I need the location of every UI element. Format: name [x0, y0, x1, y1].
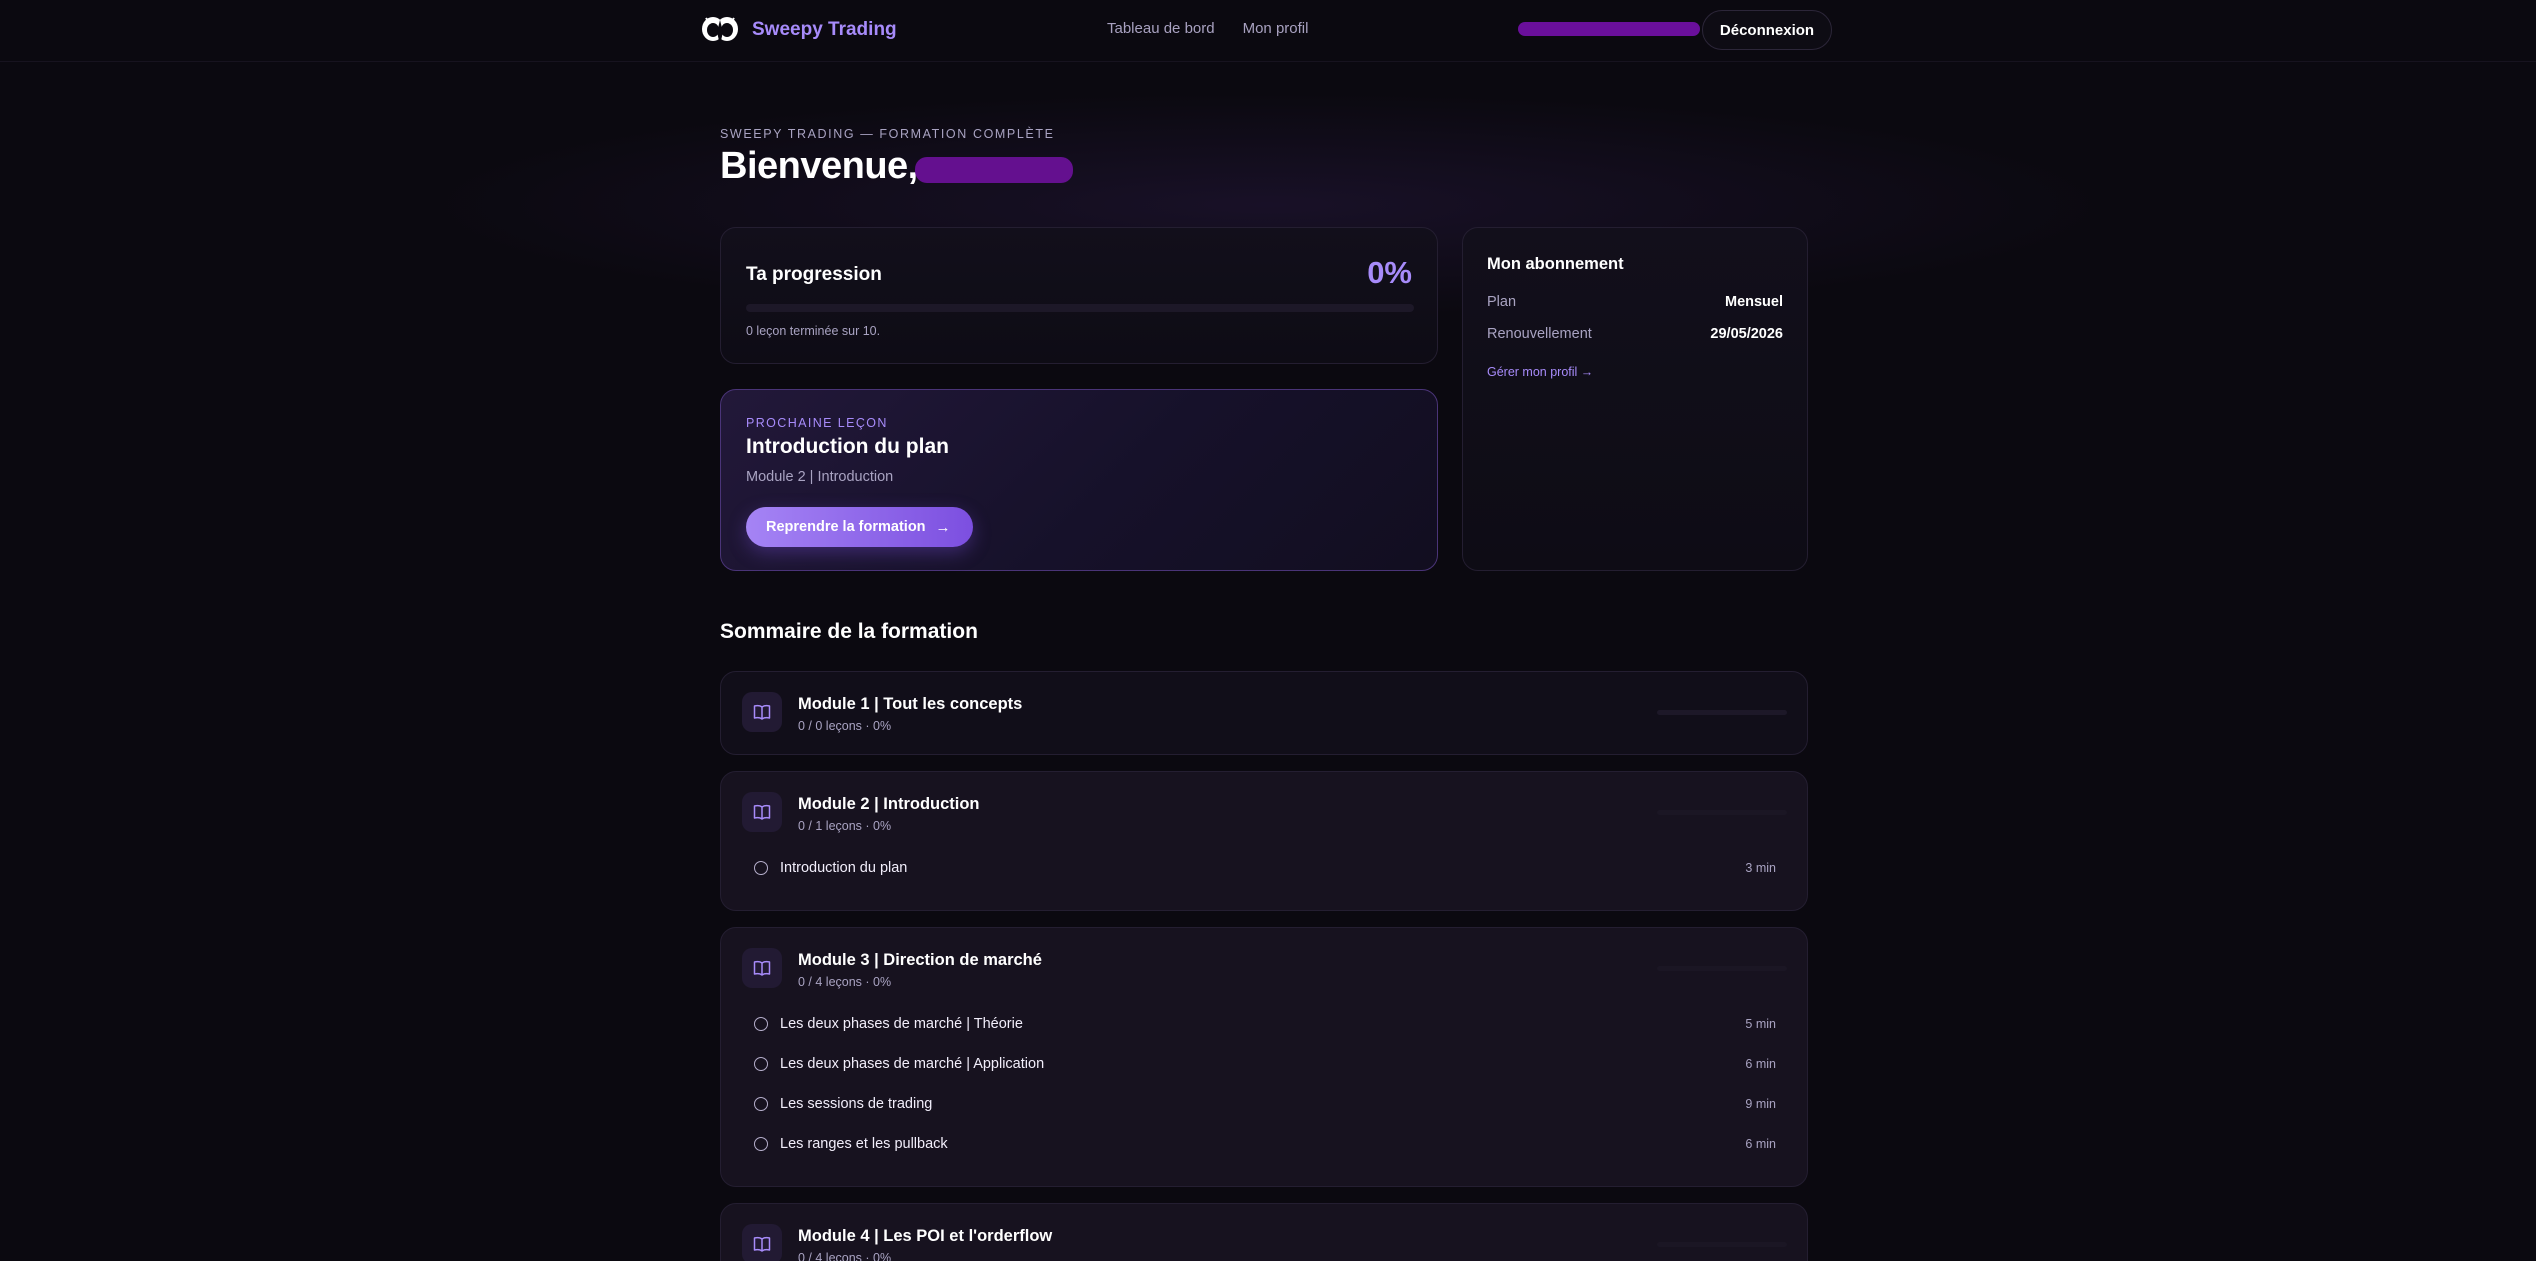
- lesson-title: Les sessions de trading: [780, 1096, 933, 1112]
- module-meta: 0 / 1 leçons · 0%: [798, 819, 892, 833]
- redacted-user-name: [915, 157, 1073, 183]
- module-card-3[interactable]: Module 3 | Direction de marché 0 / 4 leç…: [720, 927, 1808, 1187]
- progress-bar: [746, 304, 1414, 312]
- nav-link-profile[interactable]: Mon profil: [1243, 20, 1309, 37]
- lesson-item[interactable]: Introduction du plan 3 min: [754, 856, 1776, 880]
- subscription-renewal-row: Renouvellement 29/05/2026: [1487, 326, 1783, 342]
- subscription-plan-row: Plan Mensuel: [1487, 294, 1783, 310]
- progress-caption: 0 leçon terminée sur 10.: [746, 324, 881, 338]
- subscription-card: Mon abonnement Plan Mensuel Renouvelleme…: [1462, 227, 1808, 571]
- book-icon: [742, 692, 782, 732]
- module-card-2[interactable]: Module 2 | Introduction 0 / 1 leçons · 0…: [720, 771, 1808, 911]
- module-meta: 0 / 4 leçons · 0%: [798, 975, 892, 989]
- lesson-title: Introduction du plan: [780, 860, 908, 876]
- lesson-item[interactable]: Les deux phases de marché | Application …: [754, 1052, 1776, 1076]
- lesson-circle-icon: [754, 1137, 768, 1151]
- summary-title: Sommaire de la formation: [720, 620, 978, 643]
- lesson-circle-icon: [754, 861, 768, 875]
- lesson-circle-icon: [754, 1097, 768, 1111]
- lesson-title: Les deux phases de marché | Application: [780, 1056, 1045, 1072]
- lesson-title: Les ranges et les pullback: [780, 1136, 948, 1152]
- nav-link-dashboard[interactable]: Tableau de bord: [1107, 20, 1215, 37]
- lesson-duration: 6 min: [1745, 1137, 1776, 1151]
- plan-label: Plan: [1487, 294, 1517, 310]
- book-icon: [742, 1224, 782, 1261]
- module-progress-bar: [1657, 810, 1787, 815]
- plan-value: Mensuel: [1724, 294, 1783, 310]
- module-progress-bar: [1657, 966, 1787, 971]
- redacted-username: [1518, 22, 1700, 36]
- lesson-duration: 5 min: [1745, 1017, 1776, 1031]
- sweepy-logo-icon: [702, 17, 738, 45]
- module-title: Module 1 | Tout les concepts: [798, 695, 1023, 713]
- module-meta: 0 / 0 leçons · 0%: [798, 719, 892, 733]
- logout-button[interactable]: Déconnexion: [1702, 10, 1832, 50]
- lesson-item[interactable]: Les ranges et les pullback 6 min: [754, 1132, 1776, 1156]
- top-navbar: Sweepy Trading Tableau de bord Mon profi…: [0, 0, 2536, 62]
- lesson-title: Les deux phases de marché | Théorie: [780, 1016, 1023, 1032]
- next-lesson-title: Introduction du plan: [746, 435, 949, 458]
- module-card-1[interactable]: Module 1 | Tout les concepts 0 / 0 leçon…: [720, 671, 1808, 755]
- main-nav: Tableau de bord Mon profil: [1107, 20, 1308, 37]
- book-icon: [742, 948, 782, 988]
- resume-course-button[interactable]: Reprendre la formation →: [746, 507, 973, 547]
- page-title: Bienvenue,: [720, 145, 918, 187]
- next-lesson-card: PROCHAINE LEÇON Introduction du plan Mod…: [720, 389, 1438, 571]
- module-title: Module 3 | Direction de marché: [798, 951, 1042, 969]
- lesson-circle-icon: [754, 1017, 768, 1031]
- module-title: Module 4 | Les POI et l'orderflow: [798, 1227, 1053, 1245]
- lesson-duration: 6 min: [1745, 1057, 1776, 1071]
- lesson-item[interactable]: Les sessions de trading 9 min: [754, 1092, 1776, 1116]
- progress-percent: 0%: [1367, 255, 1412, 290]
- manage-profile-link[interactable]: Gérer mon profil →: [1487, 365, 1593, 379]
- lesson-duration: 3 min: [1745, 861, 1776, 875]
- lesson-circle-icon: [754, 1057, 768, 1071]
- module-progress-bar: [1657, 710, 1787, 715]
- module-meta: 0 / 4 leçons · 0%: [798, 1251, 892, 1261]
- module-card-4[interactable]: Module 4 | Les POI et l'orderflow 0 / 4 …: [720, 1203, 1808, 1261]
- module-progress-bar: [1657, 1242, 1787, 1247]
- subscription-title: Mon abonnement: [1487, 255, 1624, 273]
- lesson-duration: 9 min: [1745, 1097, 1776, 1111]
- book-icon: [742, 792, 782, 832]
- next-lesson-eyebrow: PROCHAINE LEÇON: [746, 416, 888, 430]
- progress-title: Ta progression: [746, 264, 882, 285]
- next-lesson-module: Module 2 | Introduction: [746, 469, 894, 485]
- renewal-value: 29/05/2026: [1710, 326, 1783, 342]
- progress-card: Ta progression 0% 0 leçon terminée sur 1…: [720, 227, 1438, 364]
- module-title: Module 2 | Introduction: [798, 795, 980, 813]
- renewal-label: Renouvellement: [1487, 326, 1592, 342]
- page-eyebrow: SWEEPY TRADING — FORMATION COMPLÈTE: [720, 127, 1055, 141]
- lesson-item[interactable]: Les deux phases de marché | Théorie 5 mi…: [754, 1012, 1776, 1036]
- brand-home-link[interactable]: Sweepy Trading: [700, 12, 897, 48]
- brand-name: Sweepy Trading: [752, 19, 897, 40]
- arrow-right-icon: →: [935, 518, 951, 536]
- resume-course-label: Reprendre la formation: [766, 519, 926, 535]
